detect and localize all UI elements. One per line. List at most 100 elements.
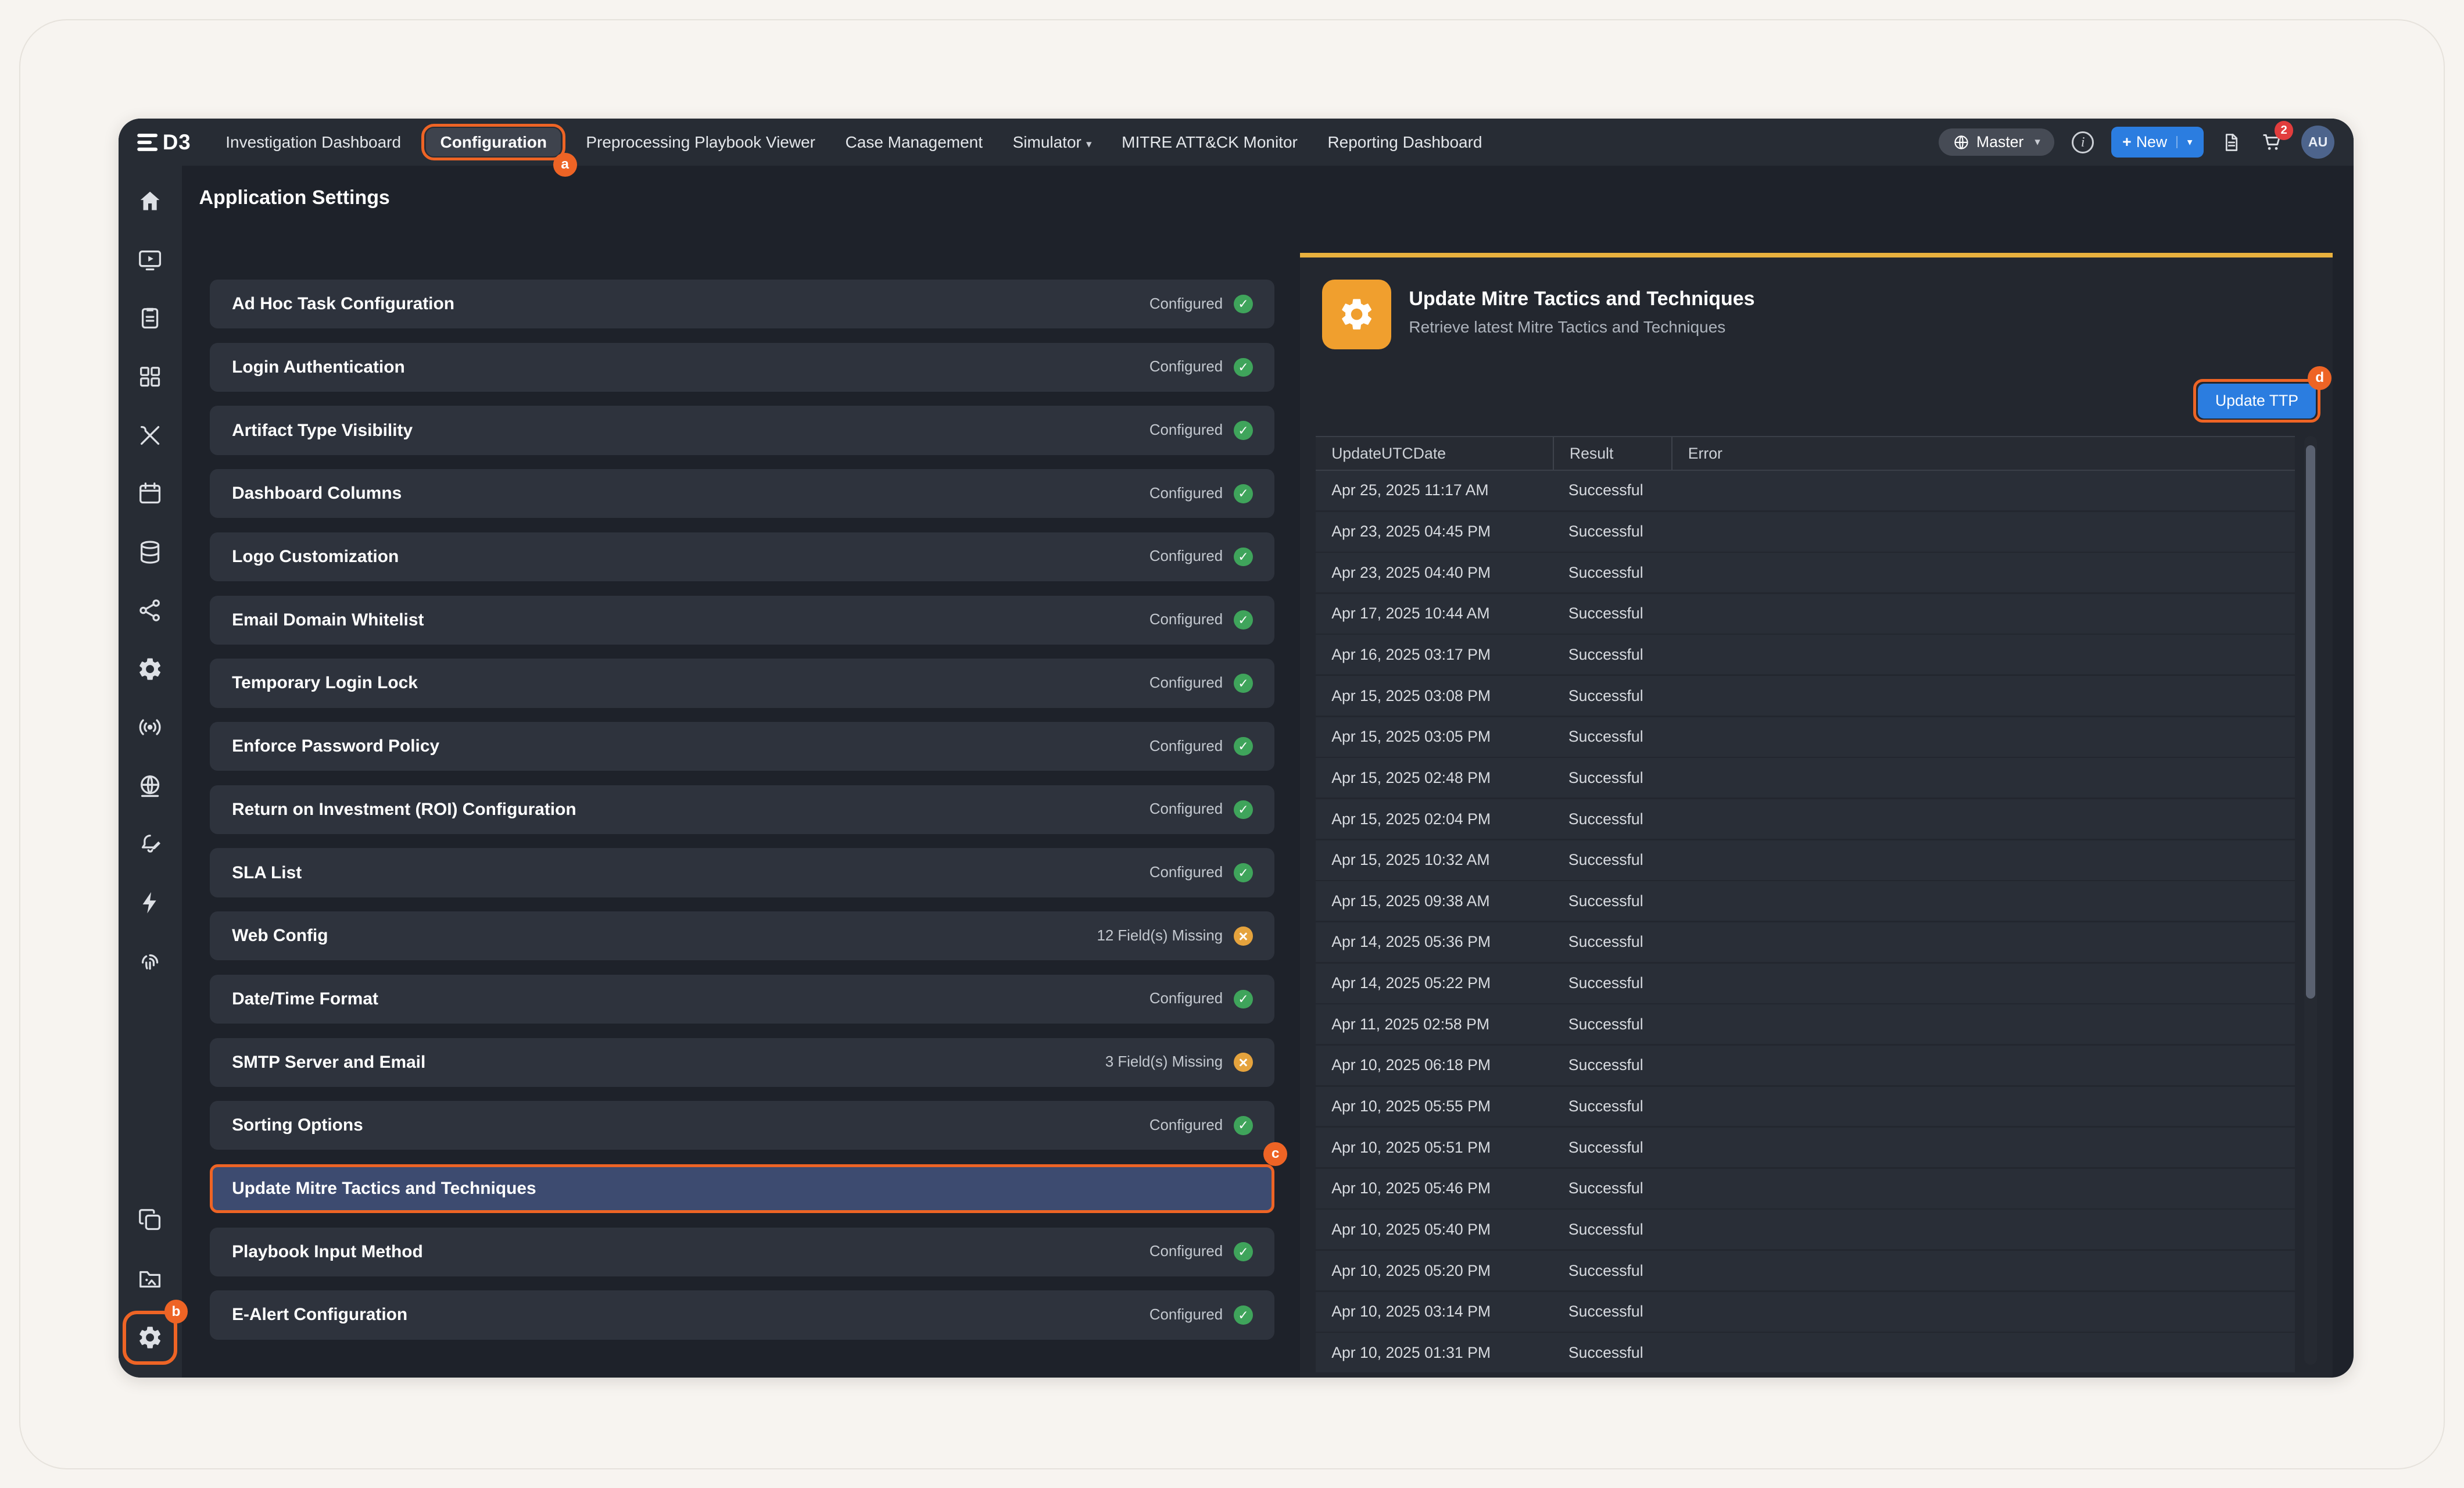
setting-row[interactable]: SMTP Server and Email 3 Field(s) Missing xyxy=(210,1038,1274,1087)
setting-row[interactable]: E-Alert Configuration Configured xyxy=(210,1290,1274,1339)
setting-row[interactable]: Enforce Password Policy Configured xyxy=(210,722,1274,771)
setting-row[interactable]: Temporary Login Lock Configured xyxy=(210,659,1274,707)
logo-text: D3 xyxy=(163,130,191,155)
setting-row[interactable]: Update Mitre Tactics and Techniques xyxy=(210,1164,1274,1213)
cell-result: Successful xyxy=(1553,1262,1671,1280)
settings-gear-icon[interactable] xyxy=(128,647,172,691)
status-icon xyxy=(1234,610,1253,629)
column-header-date[interactable]: UpdateUTCDate xyxy=(1316,437,1553,470)
update-ttp-button[interactable]: Update TTP xyxy=(2198,384,2316,419)
setting-row[interactable]: Date/Time Format Configured xyxy=(210,975,1274,1024)
cell-result: Successful xyxy=(1553,564,1671,582)
setting-status: Configured xyxy=(1149,863,1253,882)
setting-row[interactable]: Sorting Options Configured xyxy=(210,1101,1274,1150)
setting-row[interactable]: Ad Hoc Task Configuration Configured xyxy=(210,280,1274,328)
nav-investigation-dashboard[interactable]: Investigation Dashboard xyxy=(213,127,414,158)
calendar-icon[interactable] xyxy=(128,471,172,516)
setting-row[interactable]: Email Domain Whitelist Configured xyxy=(210,596,1274,645)
table-row[interactable]: Apr 10, 2025 03:14 PM Successful xyxy=(1316,1292,2295,1332)
table-row[interactable]: Apr 10, 2025 05:40 PM Successful xyxy=(1316,1210,2295,1249)
setting-status-text: Configured xyxy=(1149,675,1223,692)
new-button-label: New xyxy=(2136,133,2167,151)
application-settings-gear-icon[interactable] xyxy=(128,1316,172,1360)
status-icon xyxy=(1234,1242,1253,1261)
setting-row[interactable]: Login Authentication Configured xyxy=(210,343,1274,392)
table-row[interactable]: Apr 15, 2025 02:48 PM Successful xyxy=(1316,758,2295,797)
utilities-icon[interactable] xyxy=(128,413,172,457)
nav-mitre-attck-monitor[interactable]: MITRE ATT&CK Monitor xyxy=(1109,127,1310,158)
alert-edit-icon[interactable] xyxy=(128,822,172,866)
setting-status-text: Configured xyxy=(1149,990,1223,1007)
table-row[interactable]: Apr 15, 2025 09:38 AM Successful xyxy=(1316,881,2295,921)
setting-status-text: Configured xyxy=(1149,485,1223,502)
d3-logo[interactable]: D3 xyxy=(137,130,191,155)
copy-icon[interactable] xyxy=(128,1198,172,1242)
column-header-error[interactable]: Error xyxy=(1671,437,2295,470)
table-row[interactable]: Apr 16, 2025 03:17 PM Successful xyxy=(1316,635,2295,674)
cart-button[interactable]: 2 xyxy=(2260,130,2284,154)
table-row[interactable]: Apr 10, 2025 01:31 PM Successful xyxy=(1316,1333,2295,1372)
table-row[interactable]: Apr 15, 2025 02:04 PM Successful xyxy=(1316,799,2295,839)
environment-selector[interactable]: Master ▾ xyxy=(1939,128,2055,156)
cell-date: Apr 15, 2025 03:05 PM xyxy=(1316,728,1553,746)
setting-row[interactable]: Artifact Type Visibility Configured xyxy=(210,406,1274,455)
setting-status: Configured xyxy=(1149,358,1253,377)
new-button[interactable]: + New ▾ xyxy=(2111,127,2203,158)
user-avatar[interactable]: AU xyxy=(2301,126,2334,159)
table-row[interactable]: Apr 15, 2025 03:05 PM Successful xyxy=(1316,717,2295,757)
report-icon[interactable] xyxy=(128,296,172,341)
column-header-result[interactable]: Result xyxy=(1553,437,1671,470)
web-icon[interactable] xyxy=(128,764,172,808)
schedule-icon[interactable] xyxy=(128,238,172,282)
setting-status-text: Configured xyxy=(1149,864,1223,881)
table-row[interactable]: Apr 23, 2025 04:45 PM Successful xyxy=(1316,512,2295,552)
cell-result: Successful xyxy=(1553,1221,1671,1239)
setting-row[interactable]: SLA List Configured xyxy=(210,848,1274,897)
info-button[interactable]: i xyxy=(2072,131,2094,153)
share-icon[interactable] xyxy=(128,588,172,632)
integrations-icon[interactable] xyxy=(128,355,172,399)
table-row[interactable]: Apr 11, 2025 02:58 PM Successful xyxy=(1316,1004,2295,1044)
setting-row[interactable]: Logo Customization Configured xyxy=(210,532,1274,581)
status-icon xyxy=(1234,990,1253,1009)
cell-result: Successful xyxy=(1553,974,1671,992)
table-row[interactable]: Apr 23, 2025 04:40 PM Successful xyxy=(1316,553,2295,592)
broadcast-icon[interactable] xyxy=(128,705,172,749)
nav-case-management[interactable]: Case Management xyxy=(833,127,995,158)
database-icon[interactable] xyxy=(128,530,172,574)
setting-label: Artifact Type Visibility xyxy=(232,421,413,441)
setting-row[interactable]: Return on Investment (ROI) Configuration… xyxy=(210,785,1274,834)
media-folder-icon[interactable] xyxy=(128,1256,172,1300)
nav-simulator[interactable]: Simulator▾ xyxy=(1000,127,1104,158)
app-window: D3 Investigation Dashboard Configuration… xyxy=(119,119,2354,1378)
cell-date: Apr 10, 2025 05:51 PM xyxy=(1316,1139,1553,1157)
nav-preprocessing-playbook-viewer[interactable]: Preprocessing Playbook Viewer xyxy=(574,127,828,158)
scrollbar-thumb[interactable] xyxy=(2306,445,2315,998)
setting-status: 3 Field(s) Missing xyxy=(1105,1053,1253,1072)
chevron-down-icon: ▾ xyxy=(1086,138,1092,151)
scrollbar[interactable] xyxy=(2304,436,2317,1365)
cell-date: Apr 15, 2025 03:08 PM xyxy=(1316,687,1553,705)
table-row[interactable]: Apr 14, 2025 05:22 PM Successful xyxy=(1316,964,2295,1003)
table-row[interactable]: Apr 15, 2025 10:32 AM Successful xyxy=(1316,840,2295,880)
fingerprint-icon[interactable] xyxy=(128,939,172,983)
table-row[interactable]: Apr 15, 2025 03:08 PM Successful xyxy=(1316,676,2295,716)
setting-row[interactable]: Web Config 12 Field(s) Missing xyxy=(210,911,1274,960)
setting-row[interactable]: Playbook Input Method Configured xyxy=(210,1228,1274,1276)
cell-result: Successful xyxy=(1553,1344,1671,1362)
table-row[interactable]: Apr 10, 2025 06:18 PM Successful xyxy=(1316,1046,2295,1085)
document-button[interactable] xyxy=(2221,131,2243,153)
home-icon[interactable] xyxy=(128,179,172,223)
table-row[interactable]: Apr 10, 2025 05:20 PM Successful xyxy=(1316,1251,2295,1290)
automation-icon[interactable] xyxy=(128,881,172,925)
nav-reporting-dashboard[interactable]: Reporting Dashboard xyxy=(1315,127,1495,158)
table-row[interactable]: Apr 10, 2025 05:55 PM Successful xyxy=(1316,1087,2295,1126)
status-icon xyxy=(1234,927,1253,946)
table-row[interactable]: Apr 10, 2025 05:51 PM Successful xyxy=(1316,1128,2295,1167)
table-row[interactable]: Apr 25, 2025 11:17 AM Successful xyxy=(1316,471,2295,510)
table-row[interactable]: Apr 17, 2025 10:44 AM Successful xyxy=(1316,594,2295,634)
table-row[interactable]: Apr 10, 2025 05:46 PM Successful xyxy=(1316,1169,2295,1208)
nav-configuration[interactable]: Configuration xyxy=(426,128,561,156)
setting-row[interactable]: Dashboard Columns Configured xyxy=(210,469,1274,518)
table-row[interactable]: Apr 14, 2025 05:36 PM Successful xyxy=(1316,922,2295,962)
